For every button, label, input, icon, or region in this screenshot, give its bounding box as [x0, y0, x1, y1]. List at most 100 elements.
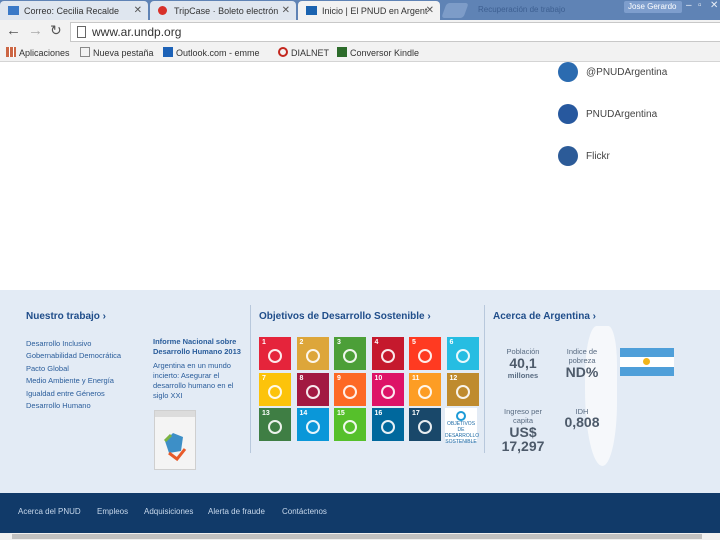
address-bar[interactable]: www.ar.undp.org: [70, 22, 720, 42]
undp-icon: [306, 6, 317, 15]
close-icon[interactable]: ✕: [134, 5, 142, 16]
sdg-goal-number: 10: [374, 374, 383, 382]
sdg-goal-tile[interactable]: 15: [334, 408, 366, 441]
work-title-link[interactable]: Nuestro trabajo ›: [26, 311, 106, 322]
sdg-goal-icon: [268, 420, 282, 434]
sdg-goal-icon: [268, 349, 282, 363]
flag-stripe: [620, 348, 674, 357]
idh-value: 0,808: [564, 414, 600, 430]
sdg-goal-tile[interactable]: 14: [296, 408, 329, 441]
argentina-title-link[interactable]: Acerca de Argentina ›: [493, 311, 596, 322]
forward-icon[interactable]: →: [28, 22, 43, 39]
sdg-goal-tile[interactable]: 5: [409, 337, 441, 370]
sdg-goal-icon: [305, 349, 320, 363]
report-title-link[interactable]: Informe Nacional sobre Desarrollo Humano…: [153, 337, 249, 357]
bottom-link-procurement[interactable]: Adquisiciones: [144, 507, 193, 516]
maximize-icon[interactable]: ▫: [698, 0, 702, 11]
sdg-goal-number: 15: [337, 410, 345, 417]
sdg-goal-tile[interactable]: 16: [371, 408, 404, 441]
sdg-goal-number: 6: [449, 339, 454, 346]
bottom-link-contact[interactable]: Contáctenos: [282, 507, 327, 516]
tab-title: Inicio | El PNUD en Argent: [322, 6, 428, 16]
sdg-goal-number: 12: [449, 374, 458, 382]
sdg-goal-icon: [343, 349, 357, 363]
bottom-link-jobs[interactable]: Empleos: [97, 507, 128, 516]
bookmark-dialnet[interactable]: DIALNET: [278, 47, 329, 58]
sdg-goal-icon: [418, 349, 432, 363]
sdg-goal-number: 11: [412, 374, 420, 382]
column-divider: [484, 305, 485, 453]
sdg-goal-tile[interactable]: 6: [446, 337, 479, 370]
work-link[interactable]: Igualdad entre Géneros: [26, 389, 105, 398]
sdg-goal-tile[interactable]: 12: [446, 372, 479, 406]
browser-tab-bar: Correo: Cecilia Recalde ✕ TripCase · Bol…: [0, 0, 720, 20]
sdg-goal-tile[interactable]: 11: [409, 372, 441, 406]
page-icon: [80, 47, 90, 57]
sdg-goal-tile[interactable]: 7: [259, 372, 291, 406]
bookmarks-bar: Aplicaciones Nueva pestaña Outlook.com -…: [0, 44, 720, 62]
tab-title: Correo: Cecilia Recalde: [24, 6, 120, 16]
sdg-goal-icon: [380, 349, 395, 363]
close-icon[interactable]: ✕: [426, 5, 434, 16]
sdg-goal-number: 2: [299, 339, 304, 346]
sdg-goal-tile[interactable]: 9: [334, 372, 366, 406]
sdg-goal-number: 3: [337, 339, 341, 346]
sdg-goal-tile[interactable]: 13: [259, 408, 291, 441]
url-text[interactable]: www.ar.undp.org: [92, 25, 181, 39]
work-link[interactable]: Desarrollo Humano: [26, 401, 91, 410]
tab-tripcase[interactable]: TripCase · Boleto electrón ✕: [150, 1, 296, 20]
minimize-icon[interactable]: –: [686, 0, 692, 11]
bottom-link-about[interactable]: Acerca del PNUD: [18, 507, 81, 516]
page-icon: [77, 26, 86, 38]
sdg-logo[interactable]: OBJETIVOS DE DESARROLLO SOSTENIBLE: [445, 408, 479, 445]
tripcase-icon: [158, 6, 167, 15]
income-value: 17,297: [501, 438, 545, 454]
sdg-goal-number: 7: [262, 374, 266, 382]
sdg-goal-tile[interactable]: 1: [259, 337, 291, 370]
reload-icon[interactable]: ↻: [50, 22, 62, 39]
report-cover-image[interactable]: [154, 410, 196, 470]
work-link[interactable]: Medio Ambiente y Energía: [26, 376, 114, 385]
poverty-label: Indice de pobreza: [566, 347, 598, 365]
bookmark-kindle[interactable]: Conversor Kindle: [337, 47, 419, 58]
bookmark-outlook[interactable]: Outlook.com - emme: [163, 47, 260, 58]
horizontal-scrollbar[interactable]: [0, 533, 720, 540]
sdg-goal-tile[interactable]: 17: [409, 408, 441, 441]
sdg-goal-tile[interactable]: 3: [334, 337, 366, 370]
sdg-goal-tile[interactable]: 10: [371, 372, 404, 406]
flag-stripe: [620, 367, 674, 376]
sdg-goal-icon: [380, 420, 395, 434]
facebook-icon: [558, 104, 578, 124]
back-icon[interactable]: ←: [6, 22, 21, 39]
work-link[interactable]: Desarrollo Inclusivo: [26, 339, 91, 348]
income-label: Ingreso per capita: [504, 407, 542, 425]
sdg-goal-number: 13: [262, 410, 270, 417]
sdg-goal-number: 17: [412, 410, 420, 417]
population-value: 40,1: [509, 355, 537, 371]
work-link[interactable]: Gobernabilidad Democrática: [26, 351, 121, 360]
outlook-icon: [163, 47, 173, 57]
sdg-goal-icon: [455, 384, 470, 399]
sdg-goal-icon: [418, 420, 432, 434]
apps-grid-icon: [6, 47, 16, 57]
bookmark-apps[interactable]: Aplicaciones: [6, 47, 70, 58]
sdg-goal-tile[interactable]: 2: [296, 337, 329, 370]
close-icon[interactable]: ✕: [282, 5, 290, 16]
sdg-goal-tile[interactable]: 4: [371, 337, 404, 370]
scrollbar-thumb[interactable]: [12, 534, 702, 539]
sdg-title-link[interactable]: Objetivos de Desarrollo Sostenible ›: [259, 311, 431, 322]
bottom-link-fraud[interactable]: Alerta de fraude: [208, 507, 265, 516]
sdg-goal-tile[interactable]: 8: [296, 372, 329, 406]
column-divider: [250, 305, 251, 453]
tab-title: TripCase · Boleto electrón: [174, 6, 279, 16]
close-window-icon[interactable]: ✕: [710, 0, 718, 11]
mail-icon: [8, 6, 19, 15]
new-tab-button[interactable]: [441, 3, 469, 18]
profile-button[interactable]: Jose Gerardo: [624, 1, 682, 13]
sdg-goal-number: 1: [262, 339, 266, 346]
sdg-goal-number: 16: [374, 410, 383, 417]
bookmark-new-tab[interactable]: Nueva pestaña: [80, 47, 154, 58]
tab-pnud[interactable]: Inicio | El PNUD en Argent ✕: [298, 1, 440, 20]
tab-correo[interactable]: Correo: Cecilia Recalde ✕: [0, 1, 148, 20]
work-link[interactable]: Pacto Global: [26, 364, 69, 373]
